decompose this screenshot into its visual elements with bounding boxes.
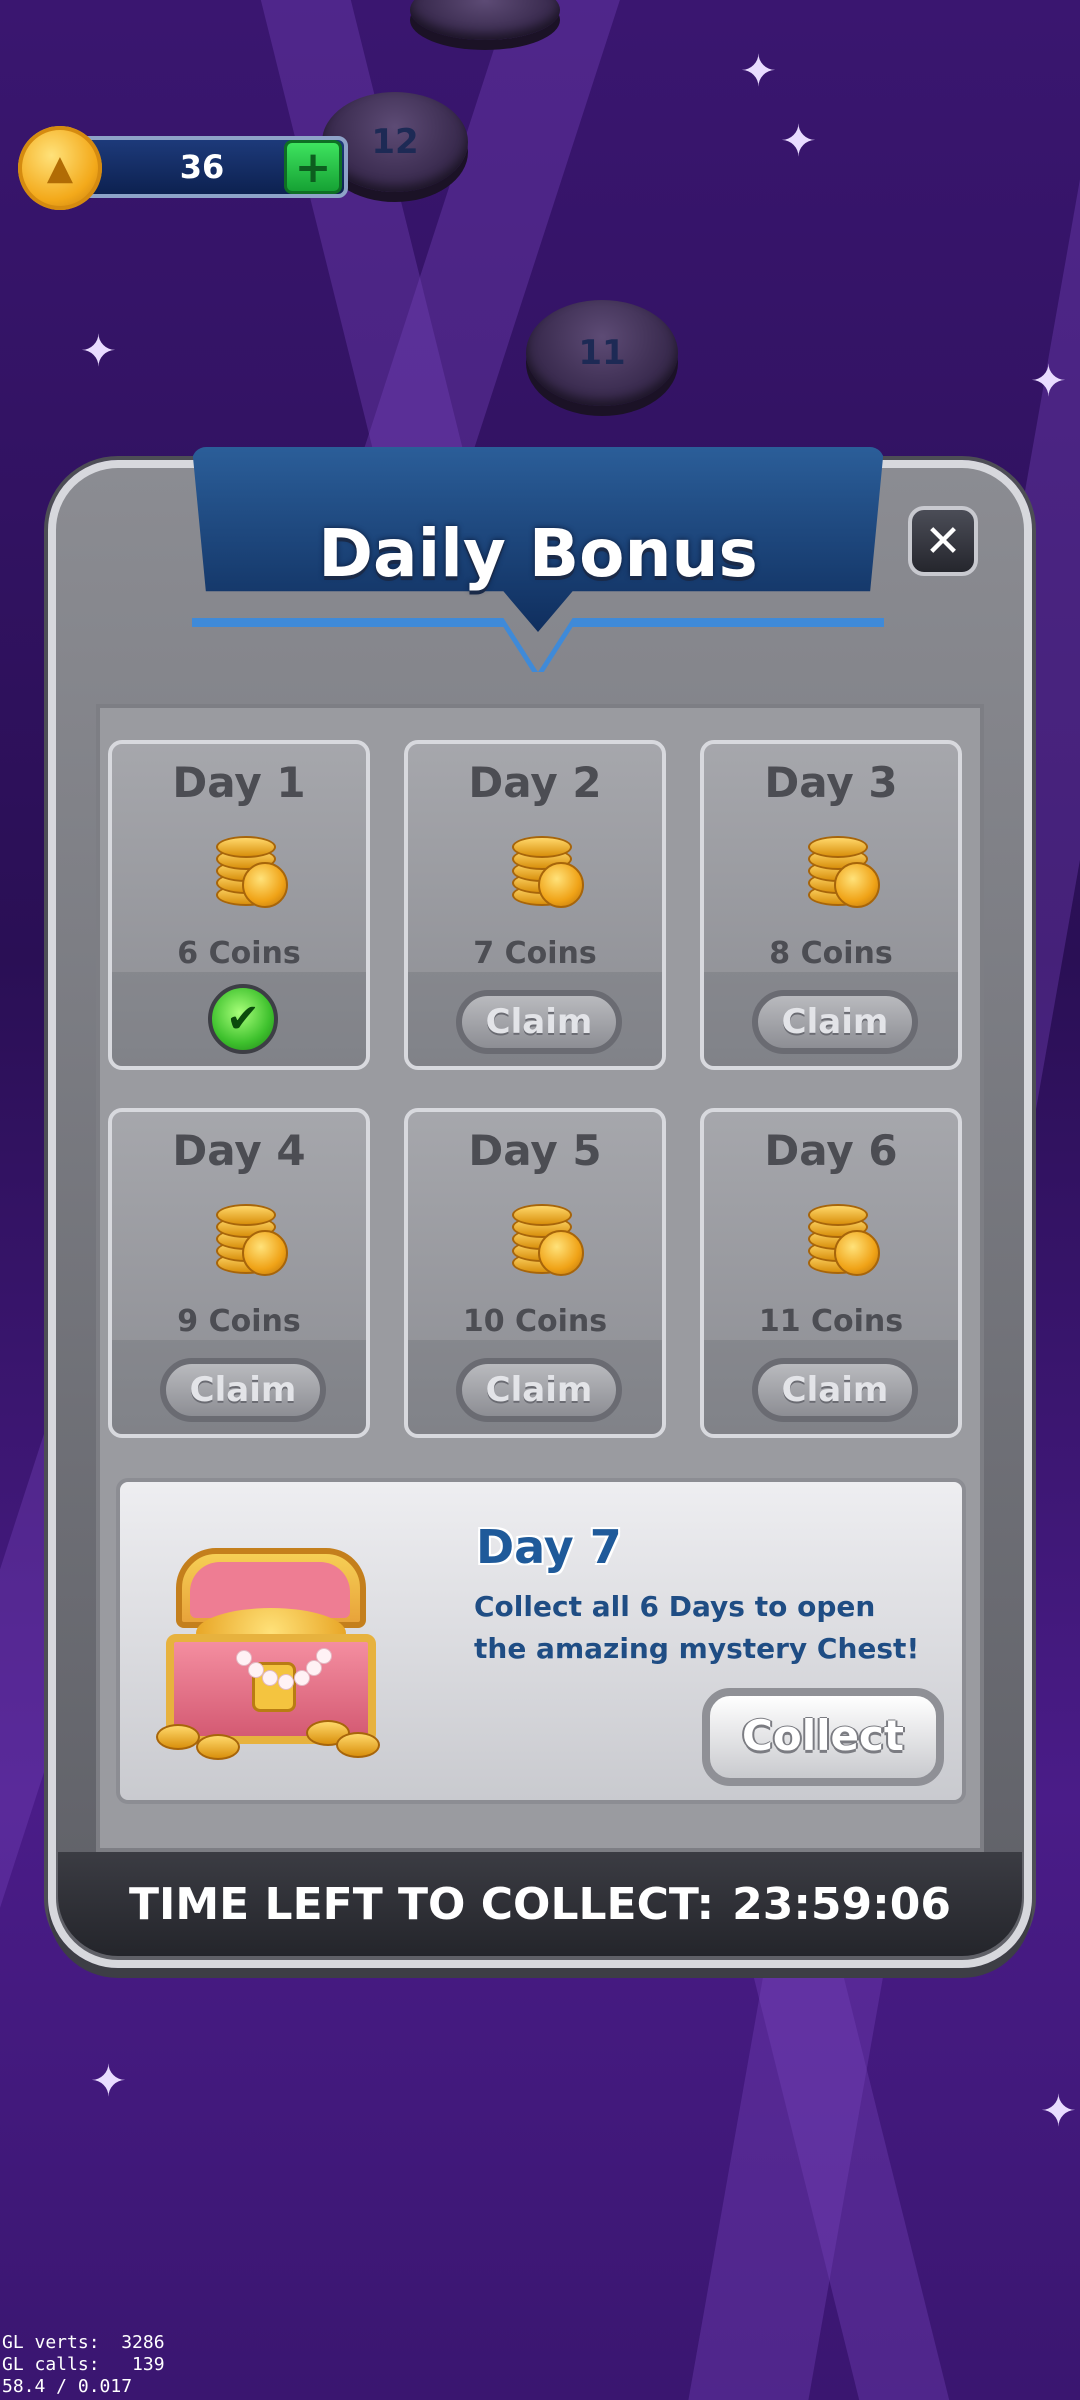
collect-button[interactable]: Collect <box>702 1688 944 1786</box>
collect-timer: TIME LEFT TO COLLECT: 23:59:06 <box>58 1852 1022 1956</box>
day-label: Day 6 <box>764 1126 898 1175</box>
sparkle-icon: ✦ <box>1030 356 1067 407</box>
timer-value: 23:59:06 <box>732 1878 951 1930</box>
dialog-title-banner: Daily Bonus <box>192 447 884 672</box>
day-7-title: Day 7 <box>476 1520 622 1574</box>
claim-day-6-button[interactable]: Claim <box>752 1358 918 1422</box>
buy-coins-button[interactable]: + <box>284 140 342 194</box>
sparkle-icon: ✦ <box>740 46 777 97</box>
reward-amount: 6 Coins <box>177 936 301 971</box>
day-label: Day 3 <box>764 758 898 807</box>
reward-amount: 11 Coins <box>758 1304 904 1339</box>
coin-count: 36 <box>179 148 225 186</box>
claim-day-3-button[interactable]: Claim <box>752 990 918 1054</box>
debug-overlay: GL verts: 3286 GL calls: 139 58.4 / 0.017 <box>2 2332 165 2398</box>
day-7-card: Day 7 Collect all 6 Days to open the ama… <box>116 1478 966 1804</box>
coin-stack-icon <box>208 1196 288 1278</box>
sparkle-icon: ✦ <box>90 2056 127 2107</box>
debug-fps: 58.4 / 0.017 <box>2 2376 133 2397</box>
reward-amount: 8 Coins <box>769 936 893 971</box>
day-label: Day 5 <box>468 1126 602 1175</box>
sparkle-icon: ✦ <box>1040 2086 1077 2137</box>
debug-verts: GL verts: 3286 <box>2 2332 165 2353</box>
coin-stack-icon <box>504 828 584 910</box>
reward-amount: 10 Coins <box>462 1304 608 1339</box>
level-number: 12 <box>371 122 419 162</box>
day-label: Day 1 <box>172 758 306 807</box>
claimed-check-icon: ✔ <box>208 984 278 1054</box>
coin-stack-icon <box>800 1196 880 1278</box>
day-7-description: Collect all 6 Days to open the amazing m… <box>474 1590 920 1665</box>
sparkle-icon: ✦ <box>80 326 117 377</box>
level-node-11[interactable]: 11 <box>526 300 678 406</box>
coin-stack-icon <box>800 828 880 910</box>
day-label: Day 4 <box>172 1126 306 1175</box>
coin-icon: ▲ <box>18 126 102 210</box>
claim-day-2-button[interactable]: Claim <box>456 990 622 1054</box>
day-1-card: Day 1 6 Coins ✔ <box>108 740 370 1070</box>
day-3-card: Day 3 8 Coins Claim <box>700 740 962 1070</box>
timer-label: TIME LEFT TO COLLECT: <box>129 1878 715 1930</box>
dialog-title: Daily Bonus <box>318 515 758 592</box>
close-icon: ✕ <box>924 515 962 567</box>
day-5-card: Day 5 10 Coins Claim <box>404 1108 666 1438</box>
reward-amount: 7 Coins <box>473 936 597 971</box>
debug-calls: GL calls: 139 <box>2 2354 165 2375</box>
day-label: Day 2 <box>468 758 602 807</box>
plus-icon: + <box>294 141 332 193</box>
claim-day-4-button[interactable]: Claim <box>160 1358 326 1422</box>
coin-stack-icon <box>504 1196 584 1278</box>
day-2-card: Day 2 7 Coins Claim <box>404 740 666 1070</box>
day-6-card: Day 6 11 Coins Claim <box>700 1108 962 1438</box>
reward-amount: 9 Coins <box>177 1304 301 1339</box>
coin-balance: 36 ▲ + <box>18 126 348 210</box>
close-button[interactable]: ✕ <box>908 506 978 576</box>
coin-stack-icon <box>208 828 288 910</box>
sparkle-icon: ✦ <box>780 116 817 167</box>
claim-day-5-button[interactable]: Claim <box>456 1358 622 1422</box>
day-4-card: Day 4 9 Coins Claim <box>108 1108 370 1438</box>
level-number: 11 <box>578 333 626 373</box>
treasure-chest-icon <box>156 1538 386 1768</box>
